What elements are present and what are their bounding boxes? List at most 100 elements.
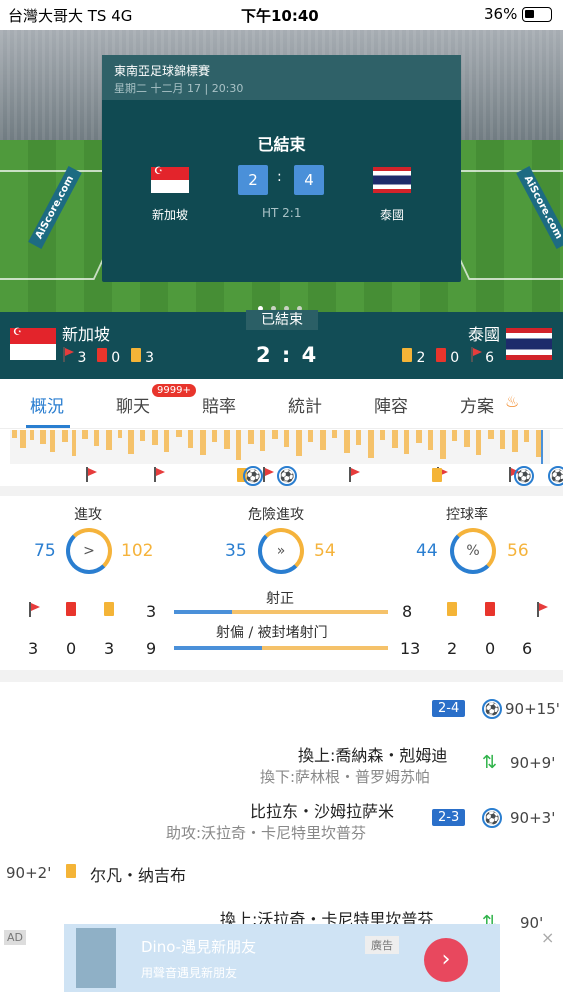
divider xyxy=(0,670,563,682)
event-minute: 90+15' xyxy=(505,700,560,718)
yellow-card-player: 尔凡・纳吉布 xyxy=(90,866,187,885)
off-target-away: 13 xyxy=(400,639,421,658)
dangerous-label: 危險進攻 xyxy=(248,507,304,523)
yellow-card-icon xyxy=(432,468,442,482)
event-minute: 90+9' xyxy=(510,754,556,772)
momentum-timeline[interactable] xyxy=(10,430,550,464)
dangerous-ring-icon: » xyxy=(258,528,304,574)
corner-flag-icon xyxy=(348,467,361,482)
momentum-chart xyxy=(12,430,543,464)
chat-badge: 9999+ xyxy=(152,384,196,397)
away-card-summary: 2 0 6 xyxy=(402,347,494,366)
score-bar: 已結束 新加坡 3 0 3 2 : 4 泰國 2 0 6 xyxy=(0,310,563,379)
ad-chevron-button[interactable]: › xyxy=(424,938,468,982)
red-card-icon xyxy=(66,602,76,616)
sub-off: 換下:萨林根・普罗姆苏帕 xyxy=(260,768,431,786)
thailand-flag-icon xyxy=(373,167,411,193)
red-card-icon xyxy=(435,348,446,362)
tab-plan[interactable]: 方案 xyxy=(460,392,494,417)
timeline-events: ⚽ ⚽ ⚽ ⚽ xyxy=(80,466,563,486)
sub-on: 換上:喬納森・剋姆迪 xyxy=(298,746,448,765)
goal-ball-icon: ⚽ xyxy=(482,699,502,719)
clock: 下午10:40 xyxy=(241,7,319,25)
attack-away: 102 xyxy=(121,541,154,561)
attack-home: 75 xyxy=(34,541,56,561)
goal-ball-icon: ⚽ xyxy=(243,466,263,486)
home-team-name: 新加坡 xyxy=(62,325,111,344)
off-target-label: 射偏 / 被封堵射门 xyxy=(216,625,328,641)
thailand-flag-icon xyxy=(506,328,552,360)
corner-flag-icon xyxy=(153,467,166,482)
red-card-icon xyxy=(96,348,107,362)
yellow-card-icon xyxy=(130,348,141,362)
home-yellow-stat: 3 xyxy=(104,639,115,658)
corner-flag-icon xyxy=(28,602,40,617)
away-yellow: 2 xyxy=(416,350,426,366)
event-minute: 90+2' xyxy=(6,864,52,882)
dangerous-away: 54 xyxy=(314,541,336,561)
active-tab-indicator xyxy=(26,425,70,428)
event-score: 2-4 xyxy=(432,700,466,717)
home-corners-stat: 3 xyxy=(28,639,39,658)
ad-label: 廣告 xyxy=(365,936,399,954)
ad-image xyxy=(76,928,116,988)
goal-ball-icon: ⚽ xyxy=(514,466,534,486)
score-separator: : xyxy=(277,169,282,185)
home-corners: 3 xyxy=(77,350,87,366)
possession-label: 控球率 xyxy=(446,507,488,523)
yellow-card-icon xyxy=(402,348,412,362)
attack-label: 進攻 xyxy=(74,507,102,523)
corner-flag-icon xyxy=(470,347,482,362)
yellow-card-icon xyxy=(66,864,76,878)
goal-scorer: 比拉东・沙姆拉萨米 xyxy=(250,802,395,821)
home-red: 0 xyxy=(111,350,121,366)
battery-icon xyxy=(522,7,552,22)
away-yellow-stat: 2 xyxy=(447,639,458,658)
corner-flag-icon xyxy=(62,347,74,362)
tab-odds[interactable]: 賠率 xyxy=(202,392,236,417)
possession-home: 44 xyxy=(416,541,438,561)
off-target-bar-fill xyxy=(174,646,262,650)
competition-name: 東南亞足球錦標賽 xyxy=(114,64,211,78)
possession-away: 56 xyxy=(507,541,529,561)
ad-banner[interactable]: Dino-遇見新朋友 用聲音遇見新朋友 廣告 › xyxy=(64,924,500,992)
ad-subtitle: 用聲音遇見新朋友 xyxy=(141,966,238,980)
goal-ball-icon: ⚽ xyxy=(277,466,297,486)
on-target-bar xyxy=(174,610,388,614)
home-score: 2 xyxy=(238,165,268,195)
home-team-name: 新加坡 xyxy=(151,208,188,222)
stats-panel: 進攻 75 > 102 危險進攻 35 » 54 控球率 44 % 56 3 0… xyxy=(0,496,563,668)
dangerous-home: 35 xyxy=(225,541,247,561)
singapore-flag-icon xyxy=(10,327,56,360)
tab-chat[interactable]: 聊天 xyxy=(116,392,150,417)
on-target-label: 射正 xyxy=(266,591,294,607)
halftime-score: HT 2:1 xyxy=(262,206,302,220)
tab-overview[interactable]: 概況 xyxy=(30,392,64,417)
yellow-card-icon xyxy=(104,602,114,616)
yellow-card-icon xyxy=(447,602,457,616)
away-red: 0 xyxy=(450,350,460,366)
on-target-bar-fill xyxy=(174,610,232,614)
event-list: 2-4 ⚽ 90+15' 換上:喬納森・剋姆迪 換下:萨林根・普罗姆苏帕 ⇅ 9… xyxy=(0,682,563,933)
battery-percent: 36% xyxy=(484,5,518,23)
fire-icon: ♨ xyxy=(505,392,520,411)
singapore-flag-icon xyxy=(151,166,189,193)
goal-assist: 助攻:沃拉奇・卡尼特里坎普芬 xyxy=(166,824,367,842)
away-corners-stat: 6 xyxy=(522,639,533,658)
match-state: 已結束 xyxy=(257,135,306,154)
tab-lineup[interactable]: 陣容 xyxy=(374,392,408,417)
off-target-home: 9 xyxy=(146,639,157,658)
tab-bar: 概況 聊天 9999+ 賠率 統計 陣容 方案 ♨ xyxy=(0,379,563,429)
event-minute: 90' xyxy=(520,914,544,932)
corner-flag-icon xyxy=(85,467,97,482)
away-team-name: 泰國 xyxy=(468,325,501,344)
on-target-home: 3 xyxy=(146,602,157,621)
home-card-summary: 3 0 3 xyxy=(62,347,154,366)
away-red-stat: 0 xyxy=(485,639,496,658)
possession-ring-icon: % xyxy=(450,528,496,574)
ad-title: Dino-遇見新朋友 xyxy=(141,938,257,956)
home-yellow: 3 xyxy=(145,350,155,366)
carrier-label: 台灣大哥大 TS 4G xyxy=(8,7,133,25)
tab-stats[interactable]: 統計 xyxy=(288,392,322,417)
ad-close-icon[interactable]: × xyxy=(541,928,554,947)
